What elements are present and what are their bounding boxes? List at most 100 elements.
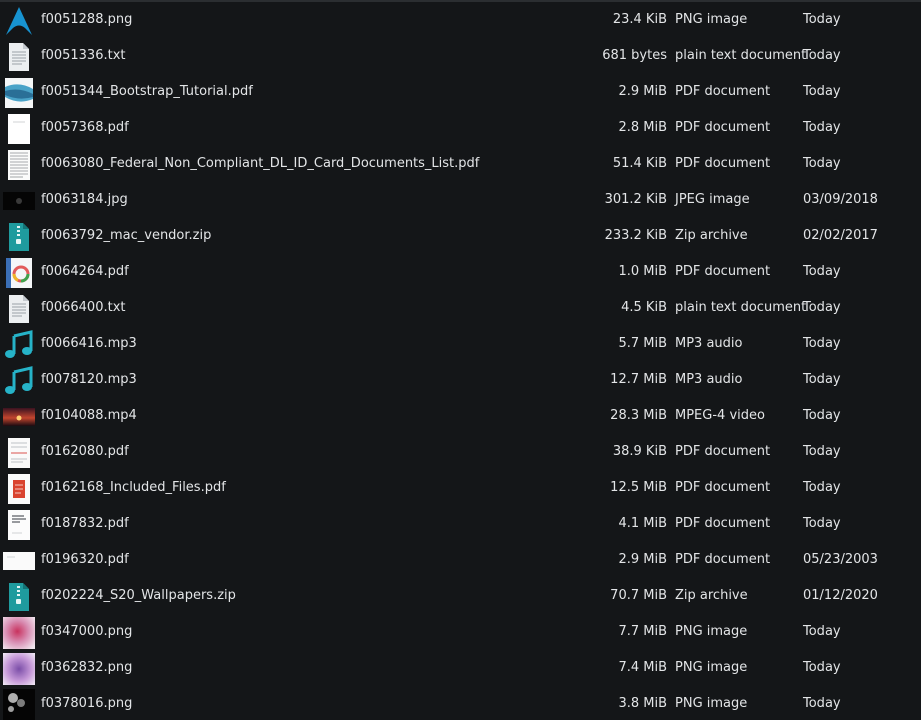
file-name: f0063184.jpg xyxy=(41,192,128,207)
file-type: plain text document xyxy=(675,300,807,315)
pdf-thumbnail-icon xyxy=(3,543,35,579)
file-size: 70.7 MiB xyxy=(610,588,667,603)
image-thumbnail-icon xyxy=(3,615,35,651)
file-date: 01/12/2020 xyxy=(803,588,878,603)
file-row[interactable]: f0078120.mp3 12.7 MiB MP3 audio Today xyxy=(0,363,921,399)
pdf-thumbnail-icon xyxy=(3,75,35,111)
file-row[interactable]: f0196320.pdf 2.9 MiB PDF document 05/23/… xyxy=(0,543,921,579)
arch-logo-icon xyxy=(3,3,35,39)
file-type: PNG image xyxy=(675,696,748,711)
file-date: Today xyxy=(803,120,841,135)
file-row[interactable]: f0162080.pdf 38.9 KiB PDF document Today xyxy=(0,435,921,471)
pdf-thumbnail-icon xyxy=(3,507,35,543)
file-date: Today xyxy=(803,300,841,315)
file-type: PDF document xyxy=(675,264,771,279)
pdf-thumbnail-icon xyxy=(3,111,35,147)
file-row[interactable]: f0162168_Included_Files.pdf 12.5 MiB PDF… xyxy=(0,471,921,507)
file-size: 7.7 MiB xyxy=(618,624,667,639)
file-row[interactable]: f0063184.jpg 301.2 KiB JPEG image 03/09/… xyxy=(0,183,921,219)
file-name: f0051336.txt xyxy=(41,48,126,63)
file-row[interactable]: f0362832.png 7.4 MiB PNG image Today xyxy=(0,651,921,687)
music-note-icon xyxy=(3,327,35,363)
file-row[interactable]: f0187832.pdf 4.1 MiB PDF document Today xyxy=(0,507,921,543)
file-date: Today xyxy=(803,516,841,531)
file-type: PNG image xyxy=(675,624,748,639)
file-type: PDF document xyxy=(675,444,771,459)
file-name: f0066416.mp3 xyxy=(41,336,137,351)
file-type: Zip archive xyxy=(675,228,748,243)
file-list[interactable]: f0051288.png 23.4 KiB PNG image Today f0… xyxy=(0,3,921,720)
file-type: MP3 audio xyxy=(675,372,743,387)
file-type: PNG image xyxy=(675,660,748,675)
file-type: PNG image xyxy=(675,12,748,27)
file-name: f0187832.pdf xyxy=(41,516,129,531)
file-name: f0347000.png xyxy=(41,624,133,639)
file-size: 51.4 KiB xyxy=(612,156,667,171)
file-date: 05/23/2003 xyxy=(803,552,878,567)
file-date: Today xyxy=(803,408,841,423)
file-date: Today xyxy=(803,696,841,711)
file-date: 02/02/2017 xyxy=(803,228,878,243)
file-date: Today xyxy=(803,624,841,639)
file-size: 23.4 KiB xyxy=(612,12,667,27)
file-row[interactable]: f0057368.pdf 2.8 MiB PDF document Today xyxy=(0,111,921,147)
file-type: MP3 audio xyxy=(675,336,743,351)
file-name: f0162168_Included_Files.pdf xyxy=(41,480,226,495)
file-size: 38.9 KiB xyxy=(612,444,667,459)
file-name: f0078120.mp3 xyxy=(41,372,137,387)
file-name: f0362832.png xyxy=(41,660,133,675)
file-date: Today xyxy=(803,84,841,99)
file-date: Today xyxy=(803,444,841,459)
file-type: plain text document xyxy=(675,48,807,63)
file-row[interactable]: f0063792_mac_vendor.zip 233.2 KiB Zip ar… xyxy=(0,219,921,255)
file-size: 12.5 MiB xyxy=(610,480,667,495)
image-thumbnail-icon xyxy=(3,183,35,219)
file-size: 2.9 MiB xyxy=(618,84,667,99)
file-size: 4.5 KiB xyxy=(621,300,667,315)
pdf-thumbnail-icon xyxy=(3,147,35,183)
file-size: 2.8 MiB xyxy=(618,120,667,135)
file-name: f0196320.pdf xyxy=(41,552,129,567)
file-name: f0057368.pdf xyxy=(41,120,129,135)
file-row[interactable]: f0064264.pdf 1.0 MiB PDF document Today xyxy=(0,255,921,291)
file-row[interactable]: f0066400.txt 4.5 KiB plain text document… xyxy=(0,291,921,327)
file-row[interactable]: f0051336.txt 681 bytes plain text docume… xyxy=(0,39,921,75)
file-name: f0051344_Bootstrap_Tutorial.pdf xyxy=(41,84,253,99)
file-row[interactable]: f0202224_S20_Wallpapers.zip 70.7 MiB Zip… xyxy=(0,579,921,615)
file-size: 3.8 MiB xyxy=(618,696,667,711)
music-note-icon xyxy=(3,363,35,399)
file-date: Today xyxy=(803,156,841,171)
image-thumbnail-icon xyxy=(3,687,35,720)
file-name: f0063792_mac_vendor.zip xyxy=(41,228,212,243)
file-date: Today xyxy=(803,12,841,27)
zip-archive-icon xyxy=(3,579,35,615)
file-size: 4.1 MiB xyxy=(618,516,667,531)
file-name: f0051288.png xyxy=(41,12,133,27)
file-name: f0104088.mp4 xyxy=(41,408,137,423)
file-name: f0378016.png xyxy=(41,696,133,711)
file-size: 1.0 MiB xyxy=(618,264,667,279)
file-name: f0162080.pdf xyxy=(41,444,129,459)
file-type: PDF document xyxy=(675,120,771,135)
file-type: PDF document xyxy=(675,552,771,567)
file-row[interactable]: f0104088.mp4 28.3 MiB MPEG-4 video Today xyxy=(0,399,921,435)
file-size: 7.4 MiB xyxy=(618,660,667,675)
file-row[interactable]: f0051344_Bootstrap_Tutorial.pdf 2.9 MiB … xyxy=(0,75,921,111)
file-row[interactable]: f0378016.png 3.8 MiB PNG image Today xyxy=(0,687,921,720)
list-top-border xyxy=(0,0,921,2)
file-row[interactable]: f0063080_Federal_Non_Compliant_DL_ID_Car… xyxy=(0,147,921,183)
file-name: f0064264.pdf xyxy=(41,264,129,279)
file-size: 28.3 MiB xyxy=(610,408,667,423)
file-date: Today xyxy=(803,660,841,675)
text-document-icon xyxy=(3,39,35,75)
pdf-thumbnail-icon xyxy=(3,471,35,507)
text-document-icon xyxy=(3,291,35,327)
file-row[interactable]: f0347000.png 7.7 MiB PNG image Today xyxy=(0,615,921,651)
file-type: JPEG image xyxy=(675,192,750,207)
file-date: Today xyxy=(803,48,841,63)
pdf-thumbnail-icon xyxy=(3,255,35,291)
file-type: MPEG-4 video xyxy=(675,408,765,423)
file-row[interactable]: f0051288.png 23.4 KiB PNG image Today xyxy=(0,3,921,39)
file-date: 03/09/2018 xyxy=(803,192,878,207)
file-row[interactable]: f0066416.mp3 5.7 MiB MP3 audio Today xyxy=(0,327,921,363)
